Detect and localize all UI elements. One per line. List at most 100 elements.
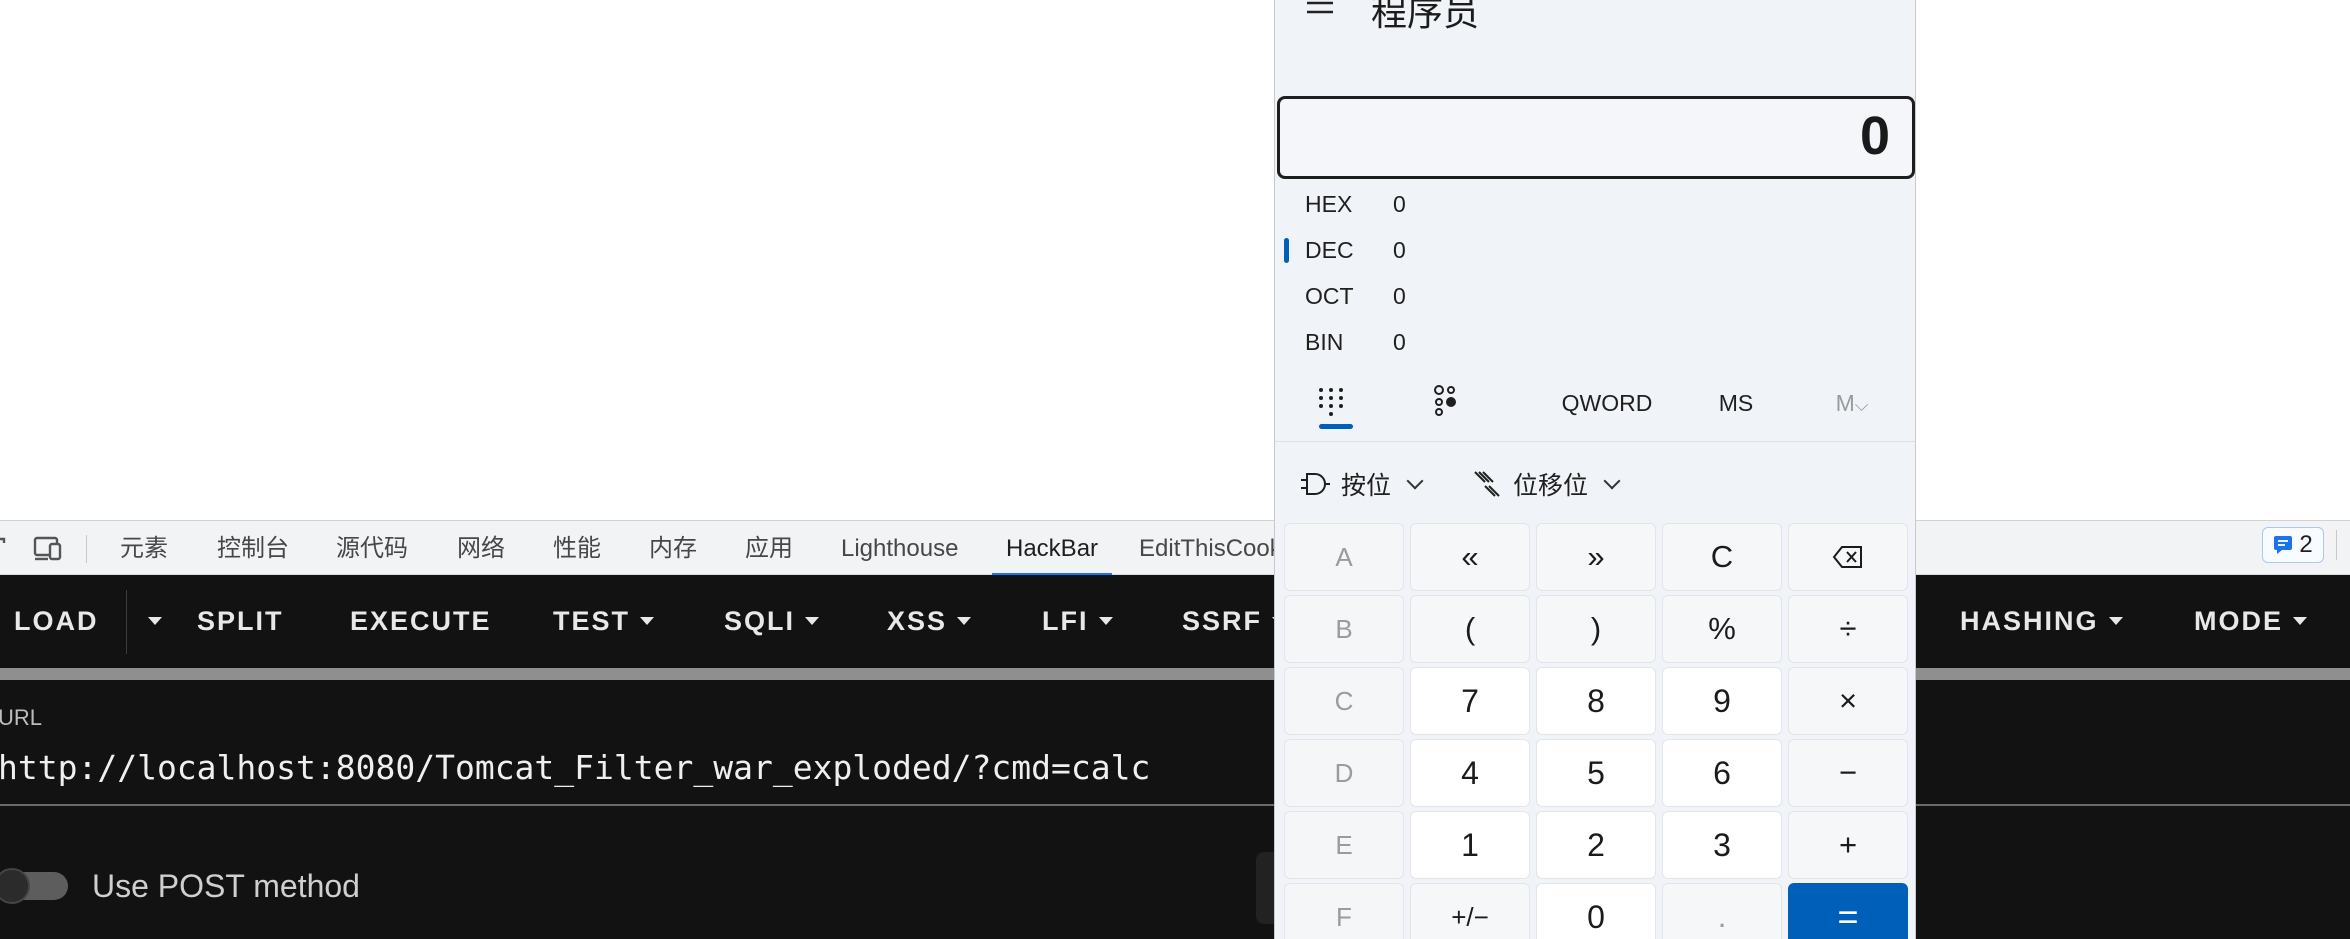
issues-badge[interactable]: 2 [2262, 527, 2324, 563]
radix-value: 0 [1393, 283, 1406, 309]
key-backspace[interactable] [1788, 523, 1908, 591]
toolbar-separator [86, 535, 87, 563]
memory-recall-button[interactable]: M⌵ [1827, 372, 1877, 434]
key-2[interactable]: 2 [1536, 811, 1656, 879]
lfi-label: LFI [1042, 606, 1089, 636]
key-equals[interactable]: = [1788, 883, 1908, 939]
key-divide[interactable]: ÷ [1788, 595, 1908, 663]
key-hex-f[interactable]: F [1284, 883, 1404, 939]
execute-button[interactable]: EXECUTE [350, 575, 492, 668]
key-hex-b[interactable]: B [1284, 595, 1404, 663]
sqli-menu-button[interactable]: SQLI [724, 575, 820, 668]
lfi-menu-button[interactable]: LFI [1042, 575, 1113, 668]
key-modulo[interactable]: % [1662, 595, 1782, 663]
radix-dec-row[interactable]: DEC 0 [1275, 227, 1915, 273]
key-8[interactable]: 8 [1536, 667, 1656, 735]
key-negate[interactable]: +/− [1410, 883, 1530, 939]
tab-console[interactable]: 控制台 [217, 521, 289, 576]
url-input-underline [1915, 804, 2350, 806]
bitshift-label: 位移位 [1513, 472, 1589, 500]
tab-elements[interactable]: 元素 [120, 521, 168, 576]
device-toolbar-icon[interactable] [32, 533, 64, 563]
bit-shift-icon [1474, 471, 1500, 497]
bitwise-dropdown[interactable]: 按位 [1299, 458, 1424, 510]
key-rotate-right[interactable]: » [1536, 523, 1656, 591]
radix-name: DEC [1305, 237, 1354, 263]
bitshift-dropdown[interactable]: 位移位 [1471, 458, 1621, 510]
mode-menu-button[interactable]: MODE [2194, 575, 2307, 668]
ssrf-menu-button[interactable]: SSRF [1182, 575, 1287, 668]
tab-sources[interactable]: 源代码 [336, 521, 408, 576]
radix-name: BIN [1305, 329, 1344, 355]
radix-hex-row[interactable]: HEX 0 [1275, 181, 1915, 227]
calculator-window: 程序员 0 HEX 0 DEC 0 OCT 0 BIN 0 QWORD MS M… [1274, 0, 1916, 939]
key-close-paren[interactable]: ) [1536, 595, 1656, 663]
xss-label: XSS [887, 606, 948, 636]
key-open-paren[interactable]: ( [1410, 595, 1530, 663]
chevron-down-icon: ⌵ [1854, 395, 1869, 415]
bitwise-label: 按位 [1341, 472, 1392, 500]
display-value: 0 [1859, 106, 1890, 166]
memory-store-button[interactable]: MS [1691, 372, 1781, 434]
caret-down-icon [148, 616, 162, 625]
calculator-display: 0 [1277, 96, 1915, 179]
tab-hackbar[interactable]: HackBar [991, 521, 1113, 576]
full-keypad-icon[interactable] [1313, 384, 1349, 420]
tab-editthiscookie[interactable]: EditThisCook [1139, 521, 1282, 576]
key-9[interactable]: 9 [1662, 667, 1782, 735]
xss-menu-button[interactable]: XSS [887, 575, 972, 668]
key-hex-a[interactable]: A [1284, 523, 1404, 591]
caret-down-icon [805, 616, 820, 625]
key-hex-e[interactable]: E [1284, 811, 1404, 879]
word-size-button[interactable]: QWORD [1541, 372, 1673, 434]
tab-lighthouse[interactable]: Lighthouse [841, 521, 958, 576]
hamburger-menu-icon[interactable] [1305, 0, 1335, 20]
radix-value: 0 [1393, 237, 1406, 263]
key-rotate-left[interactable]: « [1410, 523, 1530, 591]
url-input[interactable]: http://localhost:8080/Tomcat_Filter_war_… [0, 748, 1150, 787]
screen: { "devtools": { "tabs": [ {"label": "元素"… [0, 0, 2350, 939]
split-button[interactable]: SPLIT [197, 575, 284, 668]
key-3[interactable]: 3 [1662, 811, 1782, 879]
hashing-menu-button[interactable]: HASHING [1960, 575, 2123, 668]
chevron-down-icon [1603, 472, 1621, 490]
key-4[interactable]: 4 [1410, 739, 1530, 807]
devtools-tab-bar: 元素 控制台 源代码 网络 性能 内存 应用 Lighthouse HackBa… [0, 520, 2350, 576]
caret-down-icon [640, 616, 655, 625]
key-clear[interactable]: C [1662, 523, 1782, 591]
key-5[interactable]: 5 [1536, 739, 1656, 807]
keypad-mode-row: QWORD MS M⌵ [1275, 372, 1915, 442]
ssrf-label: SSRF [1182, 606, 1263, 636]
key-add[interactable]: + [1788, 811, 1908, 879]
key-hex-c[interactable]: C [1284, 667, 1404, 735]
tab-performance[interactable]: 性能 [553, 521, 601, 576]
key-subtract[interactable]: − [1788, 739, 1908, 807]
tab-application[interactable]: 应用 [745, 521, 793, 576]
test-menu-button[interactable]: TEST [553, 575, 655, 668]
caret-down-icon [1098, 616, 1113, 625]
key-6[interactable]: 6 [1662, 739, 1782, 807]
radix-value: 0 [1393, 191, 1406, 217]
key-0[interactable]: 0 [1536, 883, 1656, 939]
bit-toggle-keypad-icon[interactable] [1427, 382, 1463, 418]
key-decimal[interactable]: . [1662, 883, 1782, 939]
load-button[interactable]: LOAD [14, 575, 99, 668]
radix-oct-row[interactable]: OCT 0 [1275, 273, 1915, 319]
selected-keypad-indicator [1319, 424, 1353, 429]
radix-bin-row[interactable]: BIN 0 [1275, 319, 1915, 365]
load-dropdown-button[interactable] [138, 575, 162, 668]
inspect-element-icon[interactable] [0, 533, 16, 563]
sqli-label: SQLI [724, 606, 796, 636]
issues-count: 2 [2299, 531, 2313, 558]
mode-label: MODE [2194, 606, 2283, 636]
button-divider [126, 590, 127, 654]
key-1[interactable]: 1 [1410, 811, 1530, 879]
hashing-label: HASHING [1960, 606, 2099, 636]
memory-recall-label: M [1835, 390, 1855, 416]
tab-network[interactable]: 网络 [457, 521, 505, 576]
key-hex-d[interactable]: D [1284, 739, 1404, 807]
key-7[interactable]: 7 [1410, 667, 1530, 735]
url-label: URL [0, 705, 43, 730]
tab-memory[interactable]: 内存 [649, 521, 697, 576]
key-multiply[interactable]: × [1788, 667, 1908, 735]
